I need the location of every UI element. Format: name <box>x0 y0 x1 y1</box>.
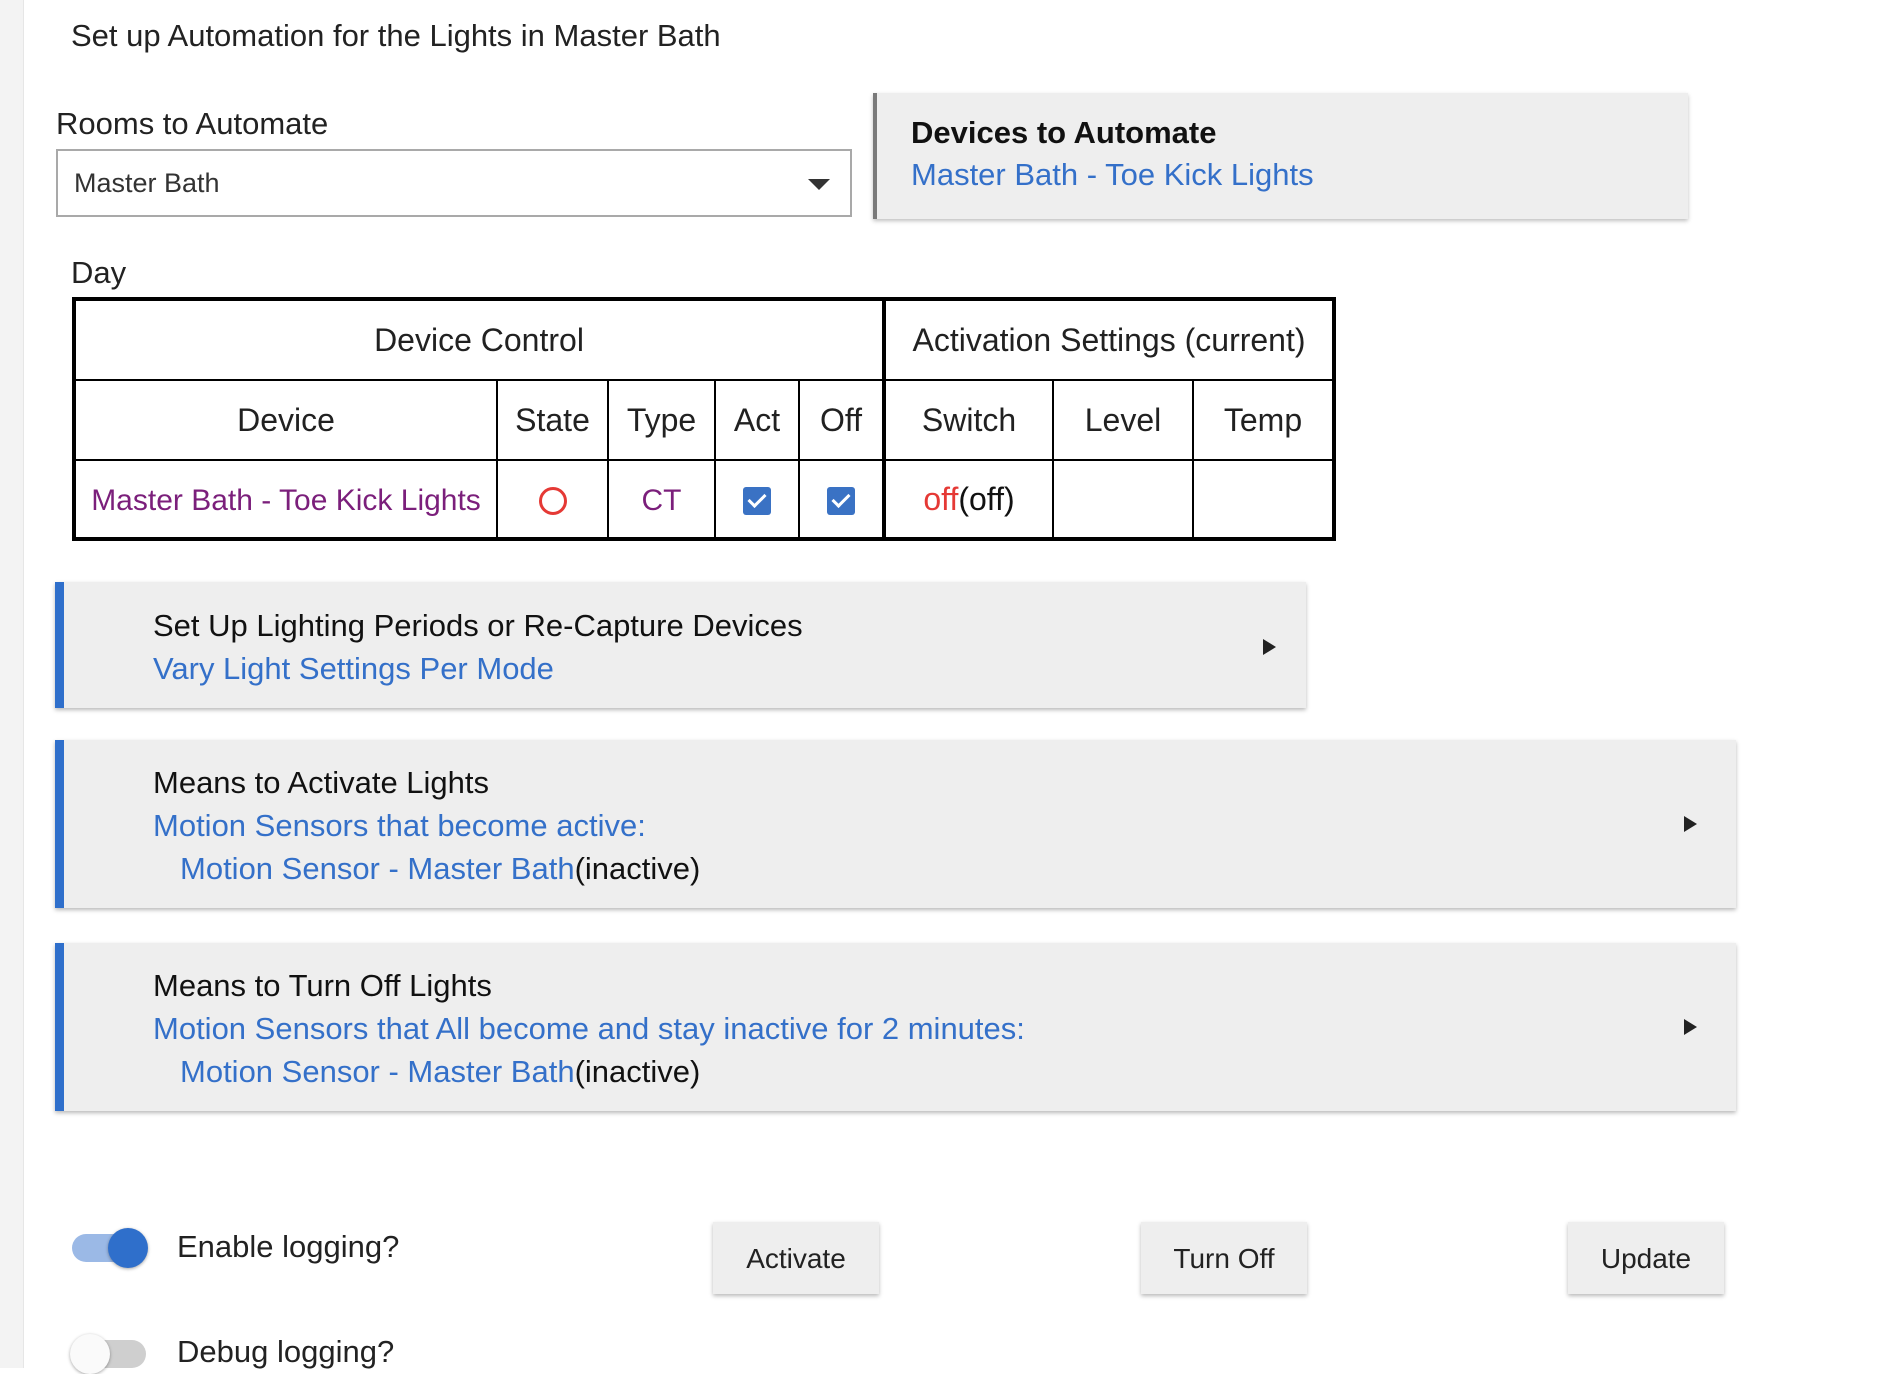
turn-off-button[interactable]: Turn Off <box>1141 1222 1307 1294</box>
lighting-panel-subtitle: Vary Light Settings Per Mode <box>153 651 554 686</box>
group-header-device-control: Device Control <box>73 298 885 381</box>
rooms-label: Rooms to Automate <box>56 106 329 141</box>
table-row: Master Bath - Toe Kick Lights CT off(off… <box>73 459 1335 540</box>
col-header-type: Type <box>607 379 716 461</box>
activate-button[interactable]: Activate <box>713 1222 879 1294</box>
turnoff-sensor-link[interactable]: Motion Sensor - Master Bath <box>180 1054 575 1089</box>
update-button[interactable]: Update <box>1568 1222 1724 1294</box>
act-checkbox[interactable] <box>743 487 771 516</box>
col-header-level: Level <box>1052 379 1194 461</box>
debug-logging-label: Debug logging? <box>177 1334 395 1369</box>
activate-sensor-line: Motion Sensor - Master Bath(inactive) <box>153 847 1736 890</box>
expand-arrow-icon <box>1684 816 1697 832</box>
col-header-off: Off <box>798 379 885 461</box>
toggle-knob <box>108 1228 148 1268</box>
switch-cell[interactable]: off(off) <box>882 459 1054 540</box>
type-value[interactable]: CT <box>642 484 682 517</box>
col-header-switch: Switch <box>882 379 1054 461</box>
turnoff-sensor-state: (inactive) <box>574 1054 701 1089</box>
off-checkbox[interactable] <box>827 487 855 516</box>
devices-card-device: Master Bath - Toe Kick Lights <box>911 157 1314 192</box>
turnoff-panel-subtitle: Motion Sensors that All become and stay … <box>153 1011 1025 1046</box>
switch-current: (off) <box>958 480 1015 517</box>
device-link[interactable]: Master Bath - Toe Kick Lights <box>91 484 481 517</box>
activate-sensor-link[interactable]: Motion Sensor - Master Bath <box>180 851 575 886</box>
level-cell[interactable] <box>1052 459 1194 540</box>
group-header-activation-settings: Activation Settings (current) <box>882 298 1335 381</box>
toggle-knob <box>70 1334 110 1374</box>
enable-logging-label: Enable logging? <box>177 1229 400 1264</box>
turnoff-panel-title: Means to Turn Off Lights <box>153 968 492 1003</box>
turnoff-sensor-line: Motion Sensor - Master Bath(inactive) <box>153 1050 1736 1093</box>
device-control-table: Device Control Activation Settings (curr… <box>72 297 1336 541</box>
activate-sensor-state: (inactive) <box>574 851 701 886</box>
col-header-state: State <box>496 379 609 461</box>
rooms-selected-value: Master Bath <box>74 167 220 198</box>
rooms-select[interactable]: Master Bath <box>56 149 852 217</box>
activate-panel-subtitle: Motion Sensors that become active: <box>153 808 646 843</box>
lighting-periods-panel[interactable]: Set Up Lighting Periods or Re-Capture De… <box>55 582 1306 708</box>
activate-lights-panel[interactable]: Means to Activate Lights Motion Sensors … <box>55 740 1736 908</box>
enable-logging-toggle[interactable] <box>72 1228 148 1268</box>
expand-arrow-icon <box>1263 639 1276 655</box>
col-header-device: Device <box>73 379 498 461</box>
temp-cell[interactable] <box>1192 459 1335 540</box>
switch-setting: off <box>923 480 959 517</box>
page-title: Set up Automation for the Lights in Mast… <box>71 18 721 53</box>
devices-card-title: Devices to Automate <box>911 115 1217 150</box>
left-sidebar-edge <box>0 0 24 1368</box>
turn-off-lights-panel[interactable]: Means to Turn Off Lights Motion Sensors … <box>55 943 1736 1111</box>
col-header-act: Act <box>714 379 800 461</box>
day-label: Day <box>71 255 127 290</box>
state-off-circle-icon[interactable] <box>538 487 567 516</box>
activate-panel-title: Means to Activate Lights <box>153 765 490 800</box>
lighting-panel-title: Set Up Lighting Periods or Re-Capture De… <box>153 608 803 643</box>
debug-logging-toggle[interactable] <box>70 1334 146 1374</box>
expand-arrow-icon <box>1684 1019 1697 1035</box>
devices-to-automate-card[interactable]: Devices to Automate Master Bath - Toe Ki… <box>873 93 1688 219</box>
dropdown-caret-icon <box>808 179 830 190</box>
col-header-temp: Temp <box>1192 379 1335 461</box>
